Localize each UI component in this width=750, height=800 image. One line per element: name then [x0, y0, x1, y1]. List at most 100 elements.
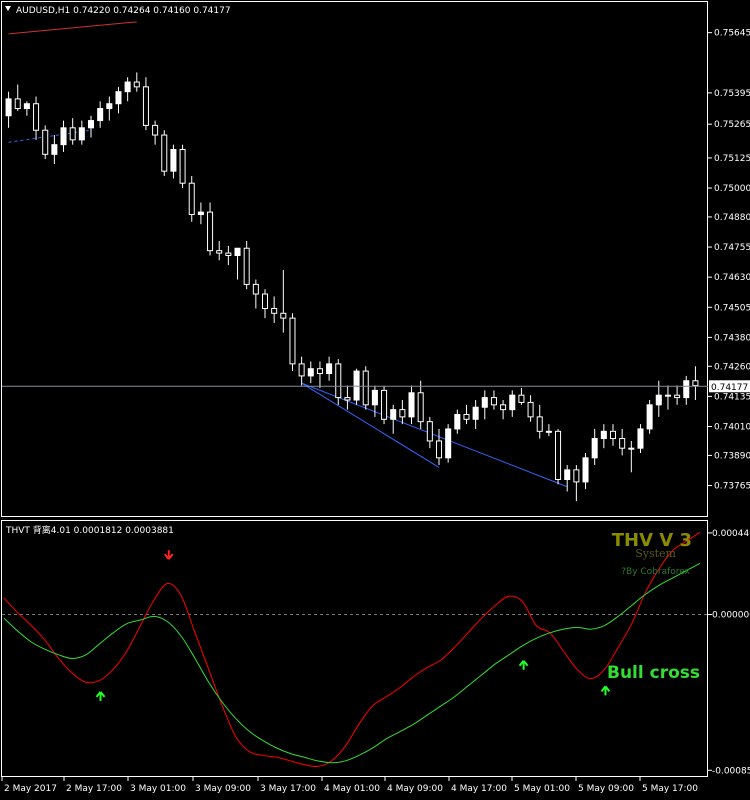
candle-bear	[555, 430, 562, 481]
candle-bull	[23, 103, 30, 110]
x-tick-label: 5 May 01:00	[514, 784, 570, 794]
candle-bull	[664, 394, 671, 397]
candle-bull	[445, 428, 452, 459]
candle-bull	[307, 368, 314, 377]
candle-bear	[573, 469, 580, 483]
trading-chart[interactable]: 0.75645 0.75395 0.75265 0.75125 0.75000 0.748…	[0, 0, 750, 800]
candle-bull	[87, 120, 95, 129]
candle-bull	[564, 469, 571, 481]
candle-bear	[381, 389, 388, 420]
candle-bear	[142, 86, 149, 126]
x-tick-label: 3 May 01:00	[130, 784, 186, 794]
candle-bull	[591, 438, 598, 459]
candle-bull	[78, 127, 85, 141]
candle-bull	[97, 108, 104, 122]
candle-bull	[115, 91, 122, 105]
candle-bull	[197, 211, 204, 216]
y-tick-label: 0.74135	[714, 392, 750, 402]
candle-bull	[509, 394, 516, 411]
candle-bull	[454, 413, 461, 430]
y-tick-label: 0.75265	[714, 120, 750, 130]
y-tick-label: 0.73890	[714, 451, 750, 461]
candle-bull	[124, 81, 131, 93]
candle-bear	[280, 312, 287, 319]
candle-bear	[152, 124, 159, 136]
y-tick-label: 0.75395	[714, 89, 750, 99]
candle-bear	[252, 283, 259, 295]
candle-bear	[179, 148, 186, 184]
ind-y-tick-label: -0.0008510	[712, 766, 750, 776]
candle-bull	[234, 247, 241, 256]
brand-credit: ?By Cobraforex	[621, 567, 690, 577]
candle-bear	[243, 247, 250, 285]
x-tick-label: 3 May 09:00	[195, 784, 251, 794]
candle-bull	[600, 430, 607, 440]
y-tick-label: 0.75645	[714, 29, 750, 39]
candle-bear	[435, 440, 443, 459]
candle-bear	[674, 394, 681, 399]
candle-bull	[472, 406, 479, 420]
y-tick-label: 0.74755	[714, 243, 750, 253]
y-tick-label: 0.74505	[714, 303, 750, 313]
x-tick-label: 4 May 17:00	[451, 784, 507, 794]
candle-bear	[33, 103, 40, 131]
brand-subtitle: System	[635, 547, 676, 560]
bull-cross-label: Bull cross	[607, 663, 700, 683]
ind-y-tick-label: 0.0004460	[712, 529, 750, 539]
candle-bear	[14, 98, 21, 110]
candle-bear	[619, 438, 626, 449]
candle-bull	[408, 392, 415, 418]
x-tick-label: 4 May 01:00	[324, 784, 380, 794]
x-tick-label: 2 May 17:00	[66, 784, 122, 794]
candle-bear	[42, 129, 49, 155]
candle-bull	[637, 428, 644, 449]
x-tick-label: 3 May 17:00	[260, 784, 316, 794]
candle-bull	[646, 404, 653, 430]
candle-bear	[188, 182, 195, 216]
candle-bear	[225, 252, 232, 256]
x-tick-label: 5 May 17:00	[642, 784, 698, 794]
candle-bear	[289, 317, 296, 365]
main-info-line: AUDUSD,H1 0.74220 0.74264 0.74160 0.7417…	[16, 6, 231, 16]
candle-bear	[133, 81, 140, 88]
candle-bear	[161, 134, 168, 172]
candle-bull	[628, 447, 635, 450]
y-tick-label: 0.74260	[714, 362, 750, 372]
candle-bull	[371, 389, 378, 406]
candle-bear	[692, 380, 699, 387]
candle-bull	[353, 370, 360, 401]
candle-bull	[326, 363, 333, 375]
candle-bull	[60, 127, 67, 146]
candle-bear	[335, 363, 342, 399]
candle-bear	[500, 404, 507, 411]
candle-bear	[362, 370, 369, 406]
y-tick-label: 0.75000	[714, 184, 750, 194]
candle-bull	[170, 148, 177, 172]
candle-bear	[536, 416, 543, 432]
candle-bear	[463, 413, 470, 420]
candle-bear	[344, 397, 351, 401]
indicator-info-line: THVT 背离4.01 0.0001812 0.0003881	[5, 524, 174, 536]
candle-bear	[271, 307, 278, 314]
candle-bull	[582, 457, 589, 483]
candle-bear	[298, 363, 305, 377]
candle-bull	[51, 144, 58, 155]
candle-bull	[5, 98, 12, 117]
x-tick-label: 4 May 09:00	[387, 784, 443, 794]
x-tick-label: 2 May 2017	[4, 784, 57, 794]
candle-bear	[518, 394, 525, 403]
y-tick-label: 0.74010	[714, 423, 750, 433]
candle-bear	[69, 127, 76, 141]
candle-bear	[527, 401, 534, 418]
candle-bear	[316, 368, 323, 375]
candle-bear	[207, 211, 214, 252]
candle-bear	[609, 430, 617, 440]
ind-y-tick-label: 0.0000000	[712, 611, 750, 621]
candle-bull	[545, 430, 552, 433]
candle-bull	[683, 380, 690, 399]
candle-bear	[490, 397, 497, 406]
candle-bull	[481, 397, 488, 408]
candle-bear	[426, 421, 433, 442]
candle-bear	[216, 250, 223, 254]
candle-bear	[399, 409, 406, 418]
